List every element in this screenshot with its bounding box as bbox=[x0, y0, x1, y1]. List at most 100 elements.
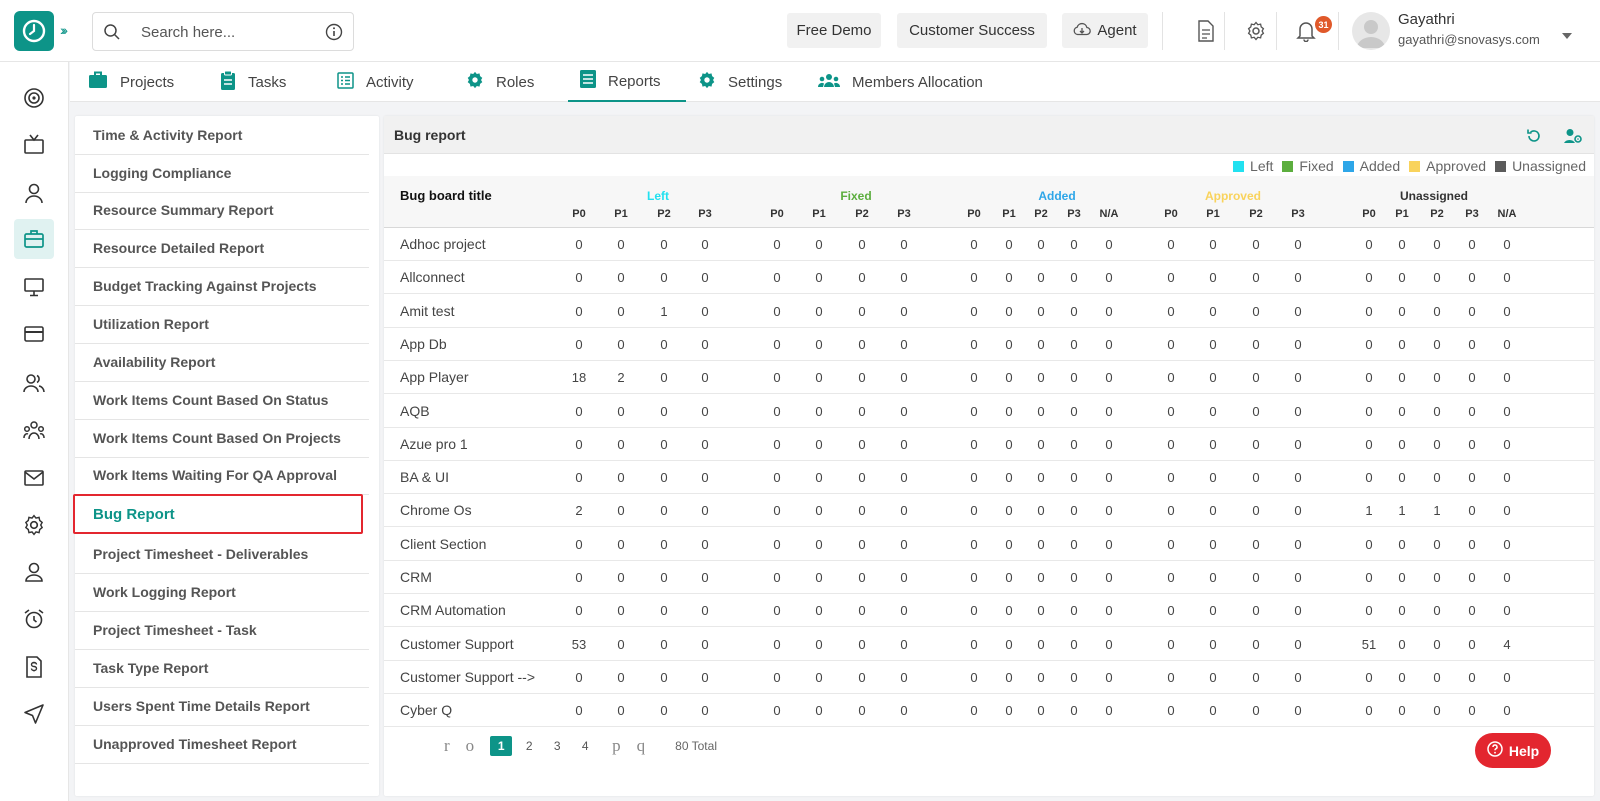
table-cell: 0 bbox=[1433, 370, 1441, 386]
card-icon[interactable] bbox=[14, 314, 54, 354]
project-name[interactable]: Amit test bbox=[400, 303, 454, 319]
table-cell: 0 bbox=[575, 336, 583, 352]
project-name[interactable]: Customer Support bbox=[400, 636, 514, 652]
agent-button[interactable]: Agent bbox=[1062, 13, 1148, 48]
report-item[interactable]: Logging Compliance bbox=[75, 154, 369, 193]
project-name[interactable]: CRM Automation bbox=[400, 602, 506, 618]
table-cell: 0 bbox=[1294, 570, 1302, 585]
tab-projects[interactable]: Projects bbox=[88, 62, 174, 102]
users-icon[interactable] bbox=[14, 363, 54, 403]
project-name[interactable]: Azue pro 1 bbox=[400, 436, 468, 452]
project-name[interactable]: CRM bbox=[400, 569, 432, 585]
next-page-button[interactable]: p bbox=[612, 736, 621, 756]
report-item[interactable]: Task Type Report bbox=[75, 649, 369, 688]
project-name[interactable]: AQB bbox=[400, 403, 430, 419]
report-item[interactable]: Bug Report bbox=[73, 494, 363, 534]
report-item[interactable]: Budget Tracking Against Projects bbox=[75, 267, 369, 306]
project-name[interactable]: Allconnect bbox=[400, 269, 465, 285]
legend-swatch bbox=[1409, 161, 1421, 172]
invoice-icon[interactable] bbox=[14, 647, 54, 687]
tab-settings[interactable]: Settings bbox=[698, 62, 782, 102]
help-button[interactable]: Help bbox=[1475, 733, 1551, 768]
table-cell: 0 bbox=[1209, 703, 1217, 719]
table-cell: 0 bbox=[1167, 303, 1175, 319]
report-item[interactable]: Utilization Report bbox=[75, 305, 369, 344]
tab-roles[interactable]: Roles bbox=[466, 62, 534, 102]
info-icon[interactable] bbox=[325, 23, 343, 46]
expand-sidebar-icon[interactable]: ››› bbox=[60, 22, 68, 38]
project-name[interactable]: BA & UI bbox=[400, 469, 449, 485]
team-icon[interactable] bbox=[14, 411, 54, 451]
table-cell: 4 bbox=[1503, 636, 1511, 652]
report-item[interactable]: Work Items Count Based On Status bbox=[75, 381, 369, 420]
clipboard-icon bbox=[220, 70, 236, 94]
avatar[interactable] bbox=[1352, 12, 1390, 50]
send-icon[interactable] bbox=[14, 694, 54, 734]
table-cell: 0 bbox=[1167, 370, 1175, 386]
user-settings-icon[interactable] bbox=[1564, 128, 1582, 149]
mail-icon[interactable] bbox=[14, 458, 54, 498]
table-cell: 0 bbox=[815, 436, 823, 452]
tv-icon[interactable] bbox=[14, 125, 54, 165]
table-cell: 0 bbox=[1468, 470, 1476, 486]
page-number-button[interactable]: 1 bbox=[490, 736, 513, 756]
chevron-down-icon[interactable] bbox=[1562, 26, 1572, 44]
projects-briefcase-icon[interactable] bbox=[14, 219, 54, 259]
previous-page-button[interactable]: o bbox=[466, 736, 475, 756]
tab-members-allocation[interactable]: Members Allocation bbox=[817, 62, 983, 102]
table-cell: 0 bbox=[815, 403, 823, 419]
project-name[interactable]: Client Section bbox=[400, 536, 486, 552]
report-item[interactable]: Work Logging Report bbox=[75, 573, 369, 612]
report-item[interactable]: Resource Detailed Report bbox=[75, 229, 369, 268]
project-name[interactable]: App Player bbox=[400, 369, 468, 385]
report-item[interactable]: Project Timesheet - Task bbox=[75, 611, 369, 650]
report-item[interactable]: Resource Summary Report bbox=[75, 191, 369, 230]
page-number-button[interactable]: 2 bbox=[518, 736, 540, 756]
gear-icon[interactable] bbox=[1244, 19, 1268, 43]
table-cell: 0 bbox=[1037, 669, 1045, 685]
project-name[interactable]: Customer Support --> bbox=[400, 669, 535, 685]
document-icon[interactable] bbox=[1194, 19, 1218, 43]
report-item[interactable]: Work Items Waiting For QA Approval bbox=[75, 456, 369, 495]
table-cell: 0 bbox=[1209, 536, 1217, 552]
table-cell: 0 bbox=[900, 669, 908, 685]
free-demo-button[interactable]: Free Demo bbox=[787, 13, 881, 48]
report-item[interactable]: Availability Report bbox=[75, 343, 369, 382]
table-cell: 0 bbox=[815, 303, 823, 319]
app-logo-icon[interactable] bbox=[14, 11, 54, 51]
project-name[interactable]: App Db bbox=[400, 336, 447, 352]
project-name[interactable]: Cyber Q bbox=[400, 702, 452, 718]
page-number-button[interactable]: 3 bbox=[546, 736, 568, 756]
project-name[interactable]: Adhoc project bbox=[400, 236, 486, 252]
user-icon[interactable] bbox=[14, 173, 54, 213]
tab-reports[interactable]: Reports bbox=[568, 62, 686, 102]
table-cell: 0 bbox=[1365, 536, 1373, 552]
dashboard-icon[interactable] bbox=[14, 78, 54, 118]
table-cell: 0 bbox=[1070, 669, 1078, 685]
search-input[interactable] bbox=[141, 21, 311, 43]
tab-activity[interactable]: Activity bbox=[337, 62, 414, 102]
customer-success-button[interactable]: Customer Success bbox=[897, 13, 1047, 48]
alarm-clock-icon[interactable] bbox=[14, 599, 54, 639]
table-cell: 0 bbox=[1468, 336, 1476, 352]
last-page-button[interactable]: q bbox=[637, 736, 646, 756]
first-page-button[interactable]: r bbox=[444, 736, 450, 756]
profile-icon[interactable] bbox=[14, 552, 54, 592]
report-item[interactable]: Project Timesheet - Deliverables bbox=[75, 535, 369, 574]
table-cell: 0 bbox=[1365, 403, 1373, 419]
project-name[interactable]: Chrome Os bbox=[400, 502, 472, 518]
table-cell: 0 bbox=[900, 536, 908, 552]
refresh-icon[interactable] bbox=[1526, 128, 1542, 149]
table-cell: 0 bbox=[617, 403, 625, 419]
table-cell: 0 bbox=[575, 603, 583, 619]
report-item[interactable]: Work Items Count Based On Projects bbox=[75, 419, 369, 458]
settings-icon[interactable] bbox=[14, 505, 54, 545]
page-number-button[interactable]: 4 bbox=[574, 736, 596, 756]
table-cell: 0 bbox=[1503, 570, 1511, 585]
tab-tasks[interactable]: Tasks bbox=[220, 62, 286, 102]
table-cell: 0 bbox=[900, 570, 908, 585]
monitor-icon[interactable] bbox=[14, 267, 54, 307]
report-item[interactable]: Unapproved Timesheet Report bbox=[75, 725, 369, 764]
report-item[interactable]: Time & Activity Report bbox=[75, 116, 369, 155]
report-item[interactable]: Users Spent Time Details Report bbox=[75, 687, 369, 726]
